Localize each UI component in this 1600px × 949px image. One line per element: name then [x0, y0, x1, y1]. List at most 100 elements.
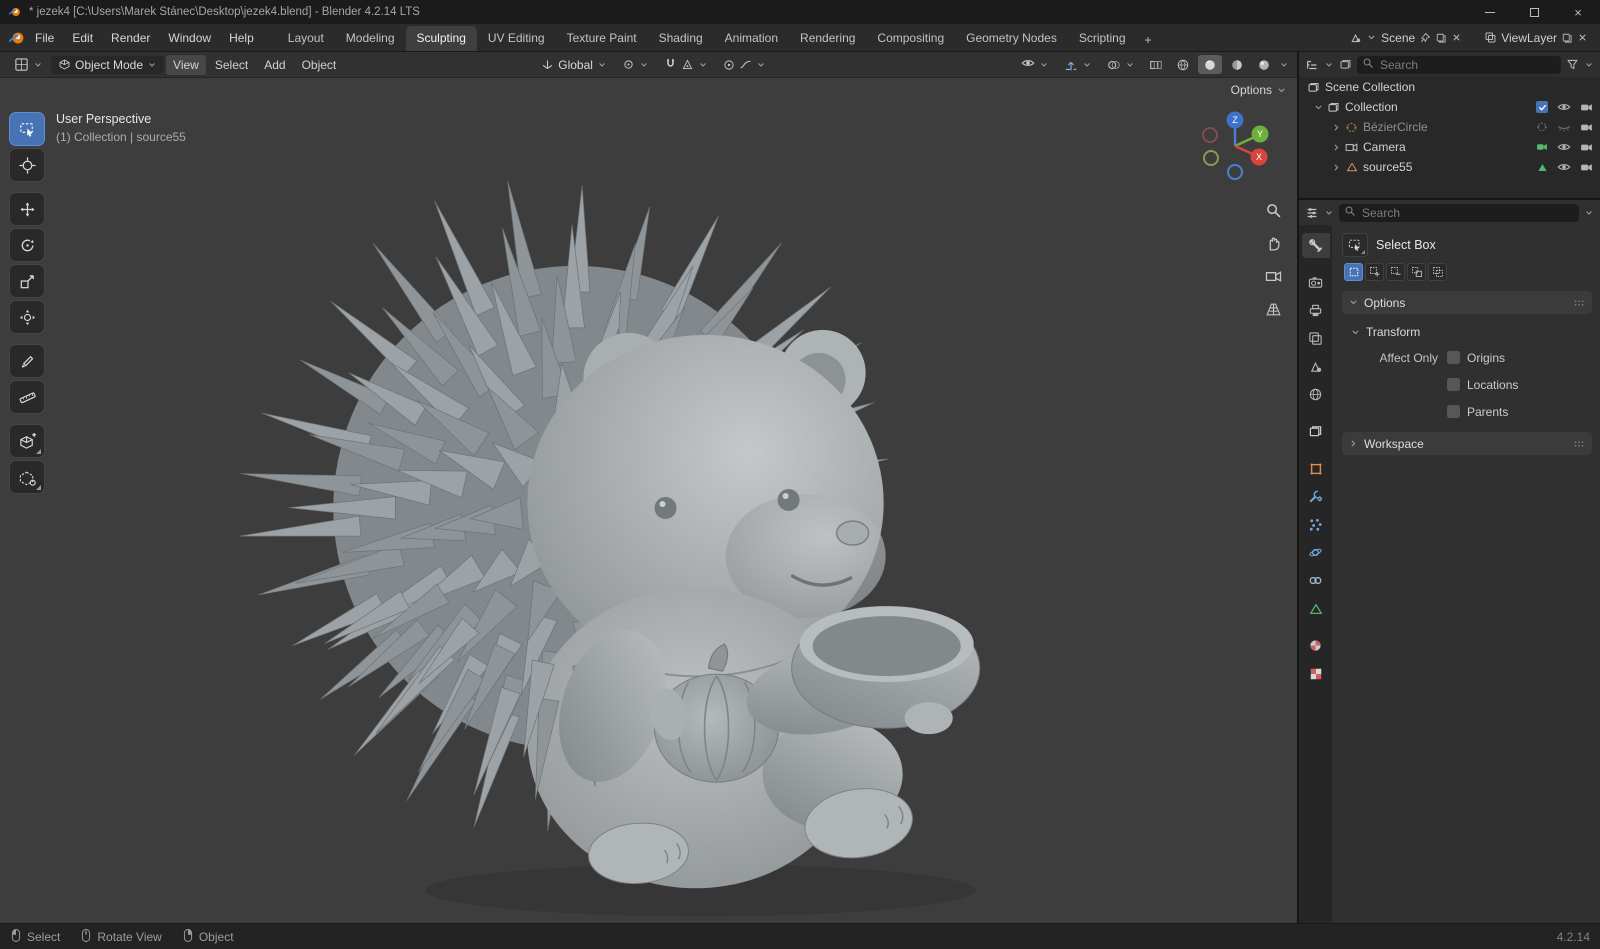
- select-mode-new[interactable]: [1344, 263, 1363, 281]
- collapse-icon[interactable]: [1311, 102, 1325, 113]
- panel-grip-icon[interactable]: [1572, 296, 1586, 310]
- add-primitive-tool[interactable]: [9, 460, 45, 494]
- menu-view[interactable]: View: [166, 54, 206, 75]
- menu-window[interactable]: Window: [159, 27, 220, 49]
- close-button[interactable]: ×: [1556, 0, 1600, 24]
- chevron-down-icon[interactable]: [1324, 208, 1334, 218]
- outliner-editor-icon[interactable]: [1305, 58, 1319, 72]
- menu-render[interactable]: Render: [102, 27, 159, 49]
- parents-checkbox[interactable]: [1447, 405, 1460, 418]
- shading-material-button[interactable]: [1225, 55, 1249, 74]
- tab-scene[interactable]: [1302, 354, 1330, 379]
- pin-icon[interactable]: [1419, 32, 1431, 44]
- hide-eye-icon[interactable]: [1555, 120, 1573, 134]
- shading-dropdown[interactable]: [1279, 60, 1289, 70]
- tab-material[interactable]: [1302, 633, 1330, 658]
- tab-texture-paint[interactable]: Texture Paint: [556, 26, 648, 51]
- tab-rendering[interactable]: Rendering: [789, 26, 866, 51]
- tab-sculpting[interactable]: Sculpting: [405, 26, 477, 51]
- outliner-row-beziercircle[interactable]: BézierCircle: [1299, 117, 1600, 137]
- render-visibility-icon[interactable]: [1577, 101, 1595, 114]
- xray-toggle[interactable]: [1144, 55, 1168, 74]
- move-tool[interactable]: [9, 192, 45, 226]
- pan-hand-icon[interactable]: [1263, 233, 1283, 253]
- outliner-search[interactable]: [1357, 55, 1561, 74]
- mode-selector[interactable]: Object Mode: [51, 55, 165, 74]
- properties-editor-icon[interactable]: [1305, 206, 1319, 220]
- chevron-down-icon[interactable]: [1584, 60, 1594, 70]
- outliner-row-source55[interactable]: source55: [1299, 157, 1600, 177]
- object-visibility-dropdown[interactable]: [1015, 54, 1055, 75]
- tab-render[interactable]: [1302, 270, 1330, 295]
- properties-search-input[interactable]: [1360, 204, 1574, 221]
- navigation-gizmo[interactable]: Z Y X: [1199, 110, 1271, 182]
- menu-select[interactable]: Select: [208, 55, 255, 75]
- menu-help[interactable]: Help: [220, 27, 263, 49]
- tab-view-layer[interactable]: [1302, 326, 1330, 351]
- hide-eye-icon[interactable]: [1555, 140, 1573, 154]
- select-mode-invert[interactable]: [1407, 263, 1426, 281]
- editor-type-button[interactable]: [8, 55, 49, 74]
- collection-exclude-checkbox[interactable]: [1533, 101, 1551, 113]
- render-visibility-icon[interactable]: [1577, 121, 1595, 134]
- outliner-search-input[interactable]: [1378, 56, 1556, 73]
- cursor-tool[interactable]: [9, 148, 45, 182]
- zoom-icon[interactable]: [1263, 200, 1283, 220]
- transform-tool[interactable]: [9, 300, 45, 334]
- tab-compositing[interactable]: Compositing: [866, 26, 955, 51]
- hide-eye-icon[interactable]: [1555, 160, 1573, 174]
- add-workspace-button[interactable]: +: [1137, 29, 1160, 51]
- expand-icon[interactable]: [1329, 162, 1343, 173]
- snap-toggle[interactable]: [658, 55, 714, 75]
- select-mode-extend[interactable]: [1365, 263, 1384, 281]
- transform-subpanel-header[interactable]: Transform: [1342, 320, 1592, 341]
- origins-checkbox[interactable]: [1447, 351, 1460, 364]
- panel-grip-icon[interactable]: [1572, 437, 1586, 451]
- camera-view-icon[interactable]: [1263, 266, 1283, 286]
- pivot-point-selector[interactable]: [616, 56, 655, 73]
- proportional-editing-toggle[interactable]: [717, 56, 772, 73]
- scene-selector[interactable]: Scene: [1345, 29, 1466, 47]
- tab-physics[interactable]: [1302, 540, 1330, 565]
- scale-tool[interactable]: [9, 264, 45, 298]
- tab-constraints[interactable]: [1302, 568, 1330, 593]
- expand-icon[interactable]: [1329, 122, 1343, 133]
- outliner-row-collection[interactable]: Collection: [1299, 97, 1600, 117]
- filter-icon[interactable]: [1566, 58, 1579, 71]
- shading-solid-button[interactable]: [1198, 55, 1222, 74]
- tab-modifiers[interactable]: [1302, 484, 1330, 509]
- tab-scripting[interactable]: Scripting: [1068, 26, 1137, 51]
- locations-checkbox[interactable]: [1447, 378, 1460, 391]
- chevron-down-icon[interactable]: [1324, 60, 1334, 70]
- tab-output[interactable]: [1302, 298, 1330, 323]
- render-visibility-icon[interactable]: [1577, 161, 1595, 174]
- toggle-perspective-grid-icon[interactable]: [1263, 299, 1283, 319]
- outliner-row-scene-collection[interactable]: Scene Collection: [1299, 77, 1600, 97]
- select-mode-subtract[interactable]: [1386, 263, 1405, 281]
- active-tool-button[interactable]: [1342, 233, 1368, 257]
- gizmos-toggle[interactable]: [1058, 56, 1098, 74]
- properties-search[interactable]: [1339, 203, 1579, 222]
- 3d-viewport[interactable]: User Perspective (1) Collection | source…: [0, 78, 1297, 923]
- tab-object[interactable]: [1302, 456, 1330, 481]
- new-scene-icon[interactable]: [1435, 32, 1447, 44]
- rotate-tool[interactable]: [9, 228, 45, 262]
- tab-modeling[interactable]: Modeling: [335, 26, 406, 51]
- unlink-scene-icon[interactable]: [1451, 32, 1462, 43]
- new-view-layer-icon[interactable]: [1561, 32, 1573, 44]
- maximize-button[interactable]: [1512, 0, 1556, 24]
- tab-shading[interactable]: Shading: [648, 26, 714, 51]
- tab-object-data[interactable]: [1302, 596, 1330, 621]
- add-cube-tool[interactable]: [9, 424, 45, 458]
- transform-orientation-selector[interactable]: Global: [535, 56, 613, 74]
- annotate-tool[interactable]: [9, 344, 45, 378]
- outliner-row-camera[interactable]: Camera: [1299, 137, 1600, 157]
- tab-animation[interactable]: Animation: [714, 26, 789, 51]
- menu-add[interactable]: Add: [257, 55, 292, 75]
- hide-eye-icon[interactable]: [1555, 100, 1573, 114]
- shading-rendered-button[interactable]: [1252, 55, 1276, 74]
- options-panel-header[interactable]: Options: [1342, 291, 1592, 314]
- tab-layout[interactable]: Layout: [277, 26, 335, 51]
- menu-edit[interactable]: Edit: [63, 27, 102, 49]
- remove-view-layer-icon[interactable]: [1577, 32, 1588, 43]
